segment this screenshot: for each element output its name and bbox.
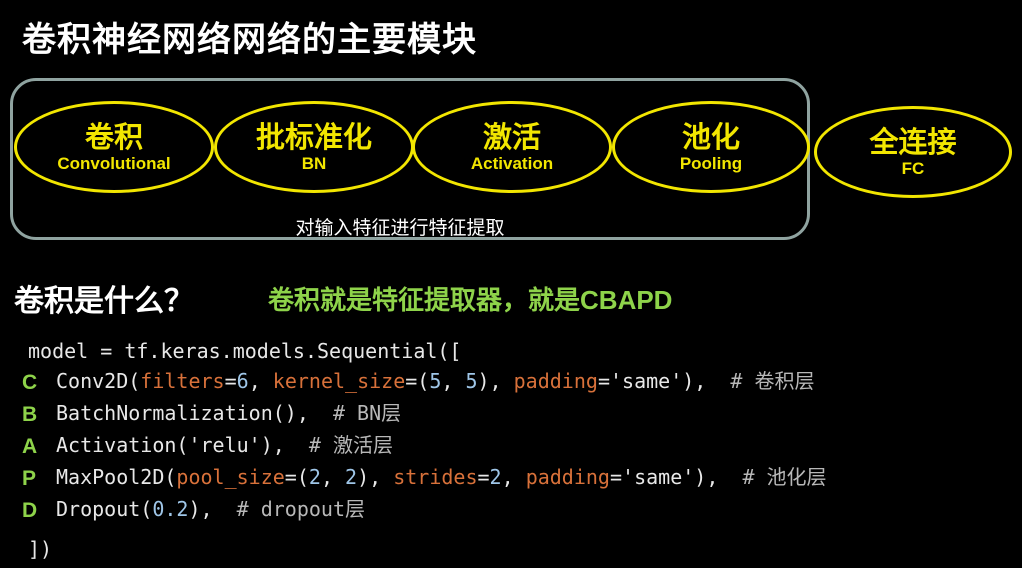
slide: 卷积神经网络网络的主要模块 卷积 Convolutional 批标准化 BN 激… [0,0,1022,568]
comment: # dropout层 [236,497,365,521]
code-line-conv: Conv2D(filters=6, kernel_size=(5, 5), pa… [56,369,815,393]
comment: # BN层 [332,401,402,425]
letter-c: C [22,371,38,394]
answer-acronym: CBAPD [580,285,673,315]
comment: # 激活层 [308,433,393,457]
letter-a: A [22,435,38,458]
module-label-en: Pooling [679,154,743,173]
module-label-en: Activation [470,154,554,173]
module-label-zh: 激活 [482,120,541,154]
module-label-en: FC [901,159,925,178]
code-line-pool: MaxPool2D(pool_size=(2, 2), strides=2, p… [56,465,827,489]
module-label-zh: 批标准化 [255,120,372,154]
code-line-dropout: Dropout(0.2), # dropout层 [56,497,365,521]
module-label-zh: 池化 [681,120,740,154]
comment: # 卷积层 [730,369,815,393]
code-line-close: ]) [28,537,53,561]
module-label-en: BN [301,154,327,173]
letter-p: P [22,467,37,490]
code-line-bn: BatchNormalization(), # BN层 [56,401,402,425]
code-line-open: model = tf.keras.models.Sequential([ [28,339,462,363]
module-convolutional: 卷积 Convolutional [14,101,214,193]
module-label-en: Convolutional [57,154,171,173]
slide-title: 卷积神经网络网络的主要模块 [22,20,477,60]
answer-prefix: 卷积就是特征提取器，就是 [268,286,581,316]
module-bn: 批标准化 BN [214,101,414,193]
letter-b: B [22,403,38,426]
module-pooling: 池化 Pooling [612,101,810,193]
letter-d: D [22,499,38,522]
group-caption: 对输入特征进行特征提取 [295,217,505,239]
module-activation: 激活 Activation [412,101,612,193]
code-line-activation: Activation('relu'), # 激活层 [56,433,393,457]
question-text: 卷积是什么？ [14,284,194,319]
module-fc: 全连接 FC [814,106,1012,198]
answer-text: 卷积就是特征提取器，就是CBAPD [268,280,672,317]
module-label-zh: 全连接 [869,125,957,159]
module-label-zh: 卷积 [84,120,143,154]
comment: # 池化层 [742,465,827,489]
